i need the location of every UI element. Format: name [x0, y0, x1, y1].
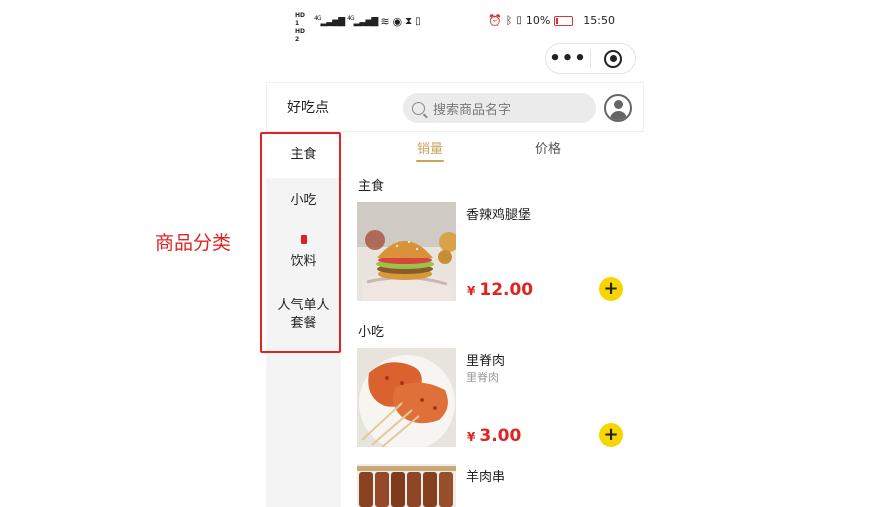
alarm-icon: ⏰ — [488, 14, 502, 27]
product-name: 香辣鸡腿堡 — [466, 208, 532, 223]
tab-price[interactable]: 价格 — [535, 138, 561, 157]
wifi-icon: ≋ — [380, 14, 390, 28]
more-dots-icon[interactable]: ••• — [546, 49, 590, 68]
plus-icon: + — [603, 278, 619, 299]
clock-time: 15:50 — [583, 14, 615, 27]
status-bar: HD 1 HD 2 4G▂▃▅▇ 4G▂▃▅▇ ≋ ◉ ⧗ ▯ ⏰ ᛒ ▯ 10%… — [295, 12, 615, 43]
product-name: 羊肉串 — [466, 470, 506, 485]
phone-icon: ▯ — [415, 15, 421, 27]
capsule-ring — [604, 49, 622, 68]
signal-icon: 4G▂▃▅▇ — [314, 15, 345, 27]
product-image-lamb-skewer[interactable] — [357, 464, 456, 507]
add-to-cart-button[interactable]: + — [599, 423, 623, 447]
vibrate-icon: ▯ — [516, 15, 522, 26]
avatar-head — [614, 100, 623, 109]
price-value: 3.00 — [479, 426, 522, 446]
store-header: 好吃点 搜索商品名字 — [266, 82, 644, 132]
status-left: HD 1 HD 2 4G▂▃▅▇ 4G▂▃▅▇ ≋ ◉ ⧗ ▯ — [295, 12, 421, 43]
section-title: 小吃 — [358, 325, 385, 340]
network2-label: 4G — [347, 15, 355, 22]
sim2-label: HD 2 — [295, 28, 306, 43]
battery-icon — [554, 15, 574, 26]
category-annotation: 商品分类 — [155, 232, 232, 254]
eye-icon: ◉ — [392, 14, 403, 28]
product-name: 里脊肉 — [466, 354, 506, 369]
network1-label: 4G — [314, 15, 322, 22]
avatar-body — [610, 111, 627, 120]
signal-icon-2: 4G▂▃▅▇ — [347, 15, 378, 27]
status-right: ⏰ ᛒ ▯ 10% 15:50 — [488, 14, 615, 27]
add-to-cart-button[interactable]: + — [599, 277, 623, 301]
tab-sales[interactable]: 销量 — [417, 138, 443, 157]
search-input[interactable]: 搜索商品名字 — [403, 93, 596, 123]
price-value: 12.00 — [479, 280, 534, 300]
avatar[interactable] — [604, 94, 632, 122]
product-image-burger[interactable] — [357, 202, 456, 301]
plus-icon: + — [603, 424, 619, 445]
product-price: ¥12.00 — [467, 280, 533, 300]
hourglass-icon: ⧗ — [405, 15, 413, 27]
currency-symbol: ¥ — [467, 284, 476, 298]
capsule-dot — [609, 55, 617, 62]
search-placeholder: 搜索商品名字 — [433, 102, 512, 118]
category-highlight-box — [260, 132, 341, 353]
battery-percent: 10% — [525, 14, 551, 27]
bluetooth-icon: ᛒ — [505, 14, 513, 27]
store-title: 好吃点 — [287, 100, 329, 116]
product-image-tenderloin[interactable] — [357, 348, 456, 447]
target-icon[interactable] — [591, 49, 635, 68]
section-title: 主食 — [358, 179, 385, 194]
sim1-label: HD 1 — [295, 12, 306, 27]
product-description: 里脊肉 — [466, 371, 499, 384]
sim-badges: HD 1 HD 2 — [295, 12, 311, 43]
search-icon — [412, 101, 425, 115]
tab-active-underline — [416, 160, 444, 162]
product-price: ¥3.00 — [467, 426, 521, 446]
miniprogram-capsule: ••• — [545, 43, 636, 74]
currency-symbol: ¥ — [467, 430, 476, 444]
